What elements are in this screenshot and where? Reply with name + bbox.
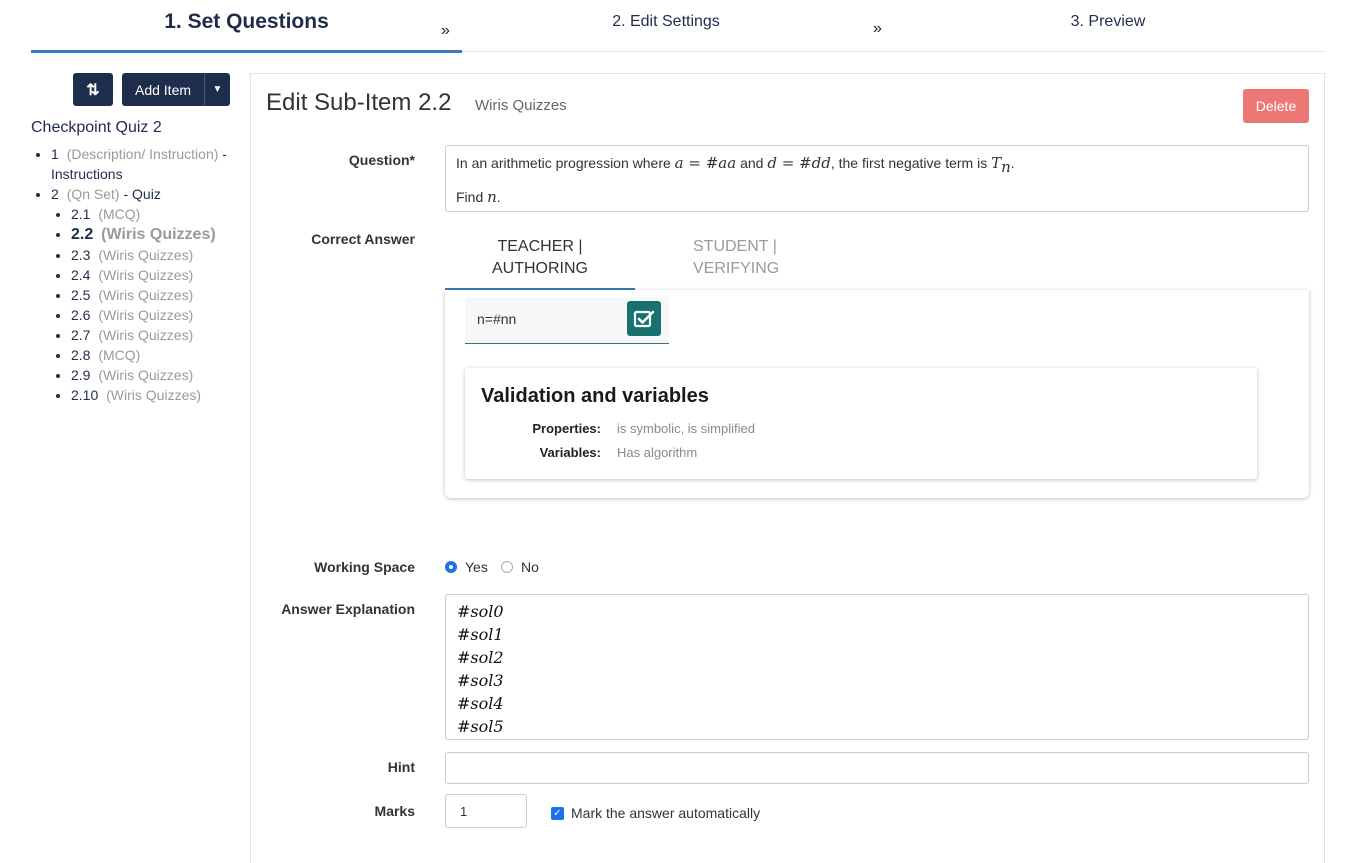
wizard-steps: 1. Set Questions » 2. Edit Settings » 3.… xyxy=(31,0,1325,53)
working-space-yes-radio[interactable] xyxy=(445,561,457,573)
item-tree: 1 (Description/ Instruction) - Instructi… xyxy=(31,144,241,405)
tree-subitem-type: (Wiris Quizzes) xyxy=(101,226,216,243)
properties-value[interactable]: is symbolic, is simplified xyxy=(617,421,755,436)
auto-mark-checkbox[interactable]: ✓ xyxy=(551,807,564,820)
tree-subitem-number: 2.7 xyxy=(71,327,91,343)
tree-subitem[interactable]: 2.6 (Wiris Quizzes) xyxy=(71,305,241,325)
step-edit-settings[interactable]: 2. Edit Settings xyxy=(531,0,801,52)
delete-button[interactable]: Delete xyxy=(1243,89,1309,123)
tree-subitem-type: (Wiris Quizzes) xyxy=(98,327,194,343)
tree-subitem[interactable]: 2.1 (MCQ) xyxy=(71,204,241,224)
sort-arrows-icon: ⇅ xyxy=(86,81,100,99)
working-space-no-radio[interactable] xyxy=(501,561,513,573)
tree-item-number: 2 xyxy=(51,186,59,202)
tree-subitem[interactable]: 2.5 (Wiris Quizzes) xyxy=(71,285,241,305)
tab-teacher-authoring[interactable]: TEACHER | AUTHORING xyxy=(445,233,635,290)
tree-item-type: (Description/ Instruction) xyxy=(66,146,219,162)
tree-item-suffix: - Quiz xyxy=(123,186,161,202)
validation-title: Validation and variables xyxy=(481,385,709,407)
marks-input[interactable]: 1 xyxy=(445,794,527,828)
tree-subitem[interactable]: 2.10 (Wiris Quizzes) xyxy=(71,385,241,405)
tree-item[interactable]: 2 (Qn Set) - Quiz 2.1 (MCQ) 2.2 (Wiris Q… xyxy=(51,184,241,405)
tree-subitem-number: 2.2 xyxy=(71,226,94,243)
tree-subitem[interactable]: 2.8 (MCQ) xyxy=(71,345,241,365)
answer-explanation-label: Answer Explanation xyxy=(281,601,415,617)
tree-subitem-type: (MCQ) xyxy=(98,206,141,222)
tree-subitem-number: 2.1 xyxy=(71,206,91,222)
tree-item-type: (Qn Set) xyxy=(66,186,120,202)
tree-subitem-number: 2.10 xyxy=(71,387,99,403)
question-editor[interactable]: In an arithmetic progression where a = #… xyxy=(445,145,1309,212)
step-separator-icon: » xyxy=(873,20,882,37)
explanation-line: #sol2 xyxy=(457,648,504,667)
tree-subitem[interactable]: 2.4 (Wiris Quizzes) xyxy=(71,265,241,285)
tree-subitem[interactable]: 2.3 (Wiris Quizzes) xyxy=(71,245,241,265)
working-space-no-label: No xyxy=(521,559,539,575)
explanation-line: #sol5 xyxy=(457,717,504,736)
explanation-line: #sol4 xyxy=(457,694,504,713)
checkbox-edit-icon xyxy=(633,310,655,327)
explanation-line: #sol1 xyxy=(457,625,504,644)
question-line-1: In an arithmetic progression where a = #… xyxy=(456,154,1015,176)
quiz-title: Checkpoint Quiz 2 xyxy=(31,119,162,136)
editor-title: Edit Sub-Item 2.2 xyxy=(266,89,452,116)
working-space-label: Working Space xyxy=(314,559,415,575)
tree-subitem-active[interactable]: 2.2 (Wiris Quizzes) xyxy=(71,224,241,245)
marks-label: Marks xyxy=(374,803,415,819)
tree-subitem-number: 2.4 xyxy=(71,267,91,283)
tab-student-verifying[interactable]: STUDENT | VERIFYING xyxy=(640,233,830,290)
tree-subitem-type: (Wiris Quizzes) xyxy=(98,307,194,323)
editor-subtitle: Wiris Quizzes xyxy=(475,97,567,114)
hint-label: Hint xyxy=(387,759,415,775)
question-line-2: Find n. xyxy=(456,187,501,206)
auto-mark-label: Mark the answer automatically xyxy=(571,805,761,821)
tree-subitem-number: 2.8 xyxy=(71,347,91,363)
properties-label: Properties: xyxy=(532,421,601,436)
tree-item-number: 1 xyxy=(51,146,59,162)
caret-down-icon[interactable]: ▼ xyxy=(204,73,230,106)
correct-answer-label: Correct Answer xyxy=(311,231,415,247)
tree-subitem-number: 2.6 xyxy=(71,307,91,323)
variables-value[interactable]: Has algorithm xyxy=(617,445,697,460)
tree-subitem-type: (Wiris Quizzes) xyxy=(98,367,194,383)
explanation-line: #sol0 xyxy=(457,602,504,621)
tree-subitem-number: 2.3 xyxy=(71,247,91,263)
tree-subitem-type: (Wiris Quizzes) xyxy=(98,247,194,263)
working-space-yes-label: Yes xyxy=(465,559,488,575)
tree-subitem-number: 2.9 xyxy=(71,367,91,383)
check-answer-button[interactable] xyxy=(627,301,661,336)
sort-button[interactable]: ⇅ xyxy=(73,73,113,106)
tree-item[interactable]: 1 (Description/ Instruction) - Instructi… xyxy=(51,144,241,184)
tree-subitem[interactable]: 2.7 (Wiris Quizzes) xyxy=(71,325,241,345)
tree-subitem-type: (Wiris Quizzes) xyxy=(98,267,194,283)
add-item-button[interactable]: Add Item ▼ xyxy=(122,73,230,106)
question-label: Question* xyxy=(348,152,415,168)
tree-subitem-type: (Wiris Quizzes) xyxy=(98,287,194,303)
step-separator-icon: » xyxy=(441,22,450,39)
tree-subitem-type: (MCQ) xyxy=(98,347,141,363)
tree-subitem-number: 2.5 xyxy=(71,287,91,303)
add-item-label: Add Item xyxy=(134,81,192,98)
variables-label: Variables: xyxy=(539,445,601,460)
explanation-line: #sol3 xyxy=(457,671,504,690)
step-preview[interactable]: 3. Preview xyxy=(973,0,1243,52)
tree-subitem-type: (Wiris Quizzes) xyxy=(106,387,202,403)
hint-input[interactable] xyxy=(445,752,1309,784)
tree-subitem[interactable]: 2.9 (Wiris Quizzes) xyxy=(71,365,241,385)
answer-explanation-editor[interactable]: #sol0 #sol1 #sol2 #sol3 #sol4 #sol5 xyxy=(445,594,1309,740)
step-set-questions[interactable]: 1. Set Questions xyxy=(31,0,462,53)
